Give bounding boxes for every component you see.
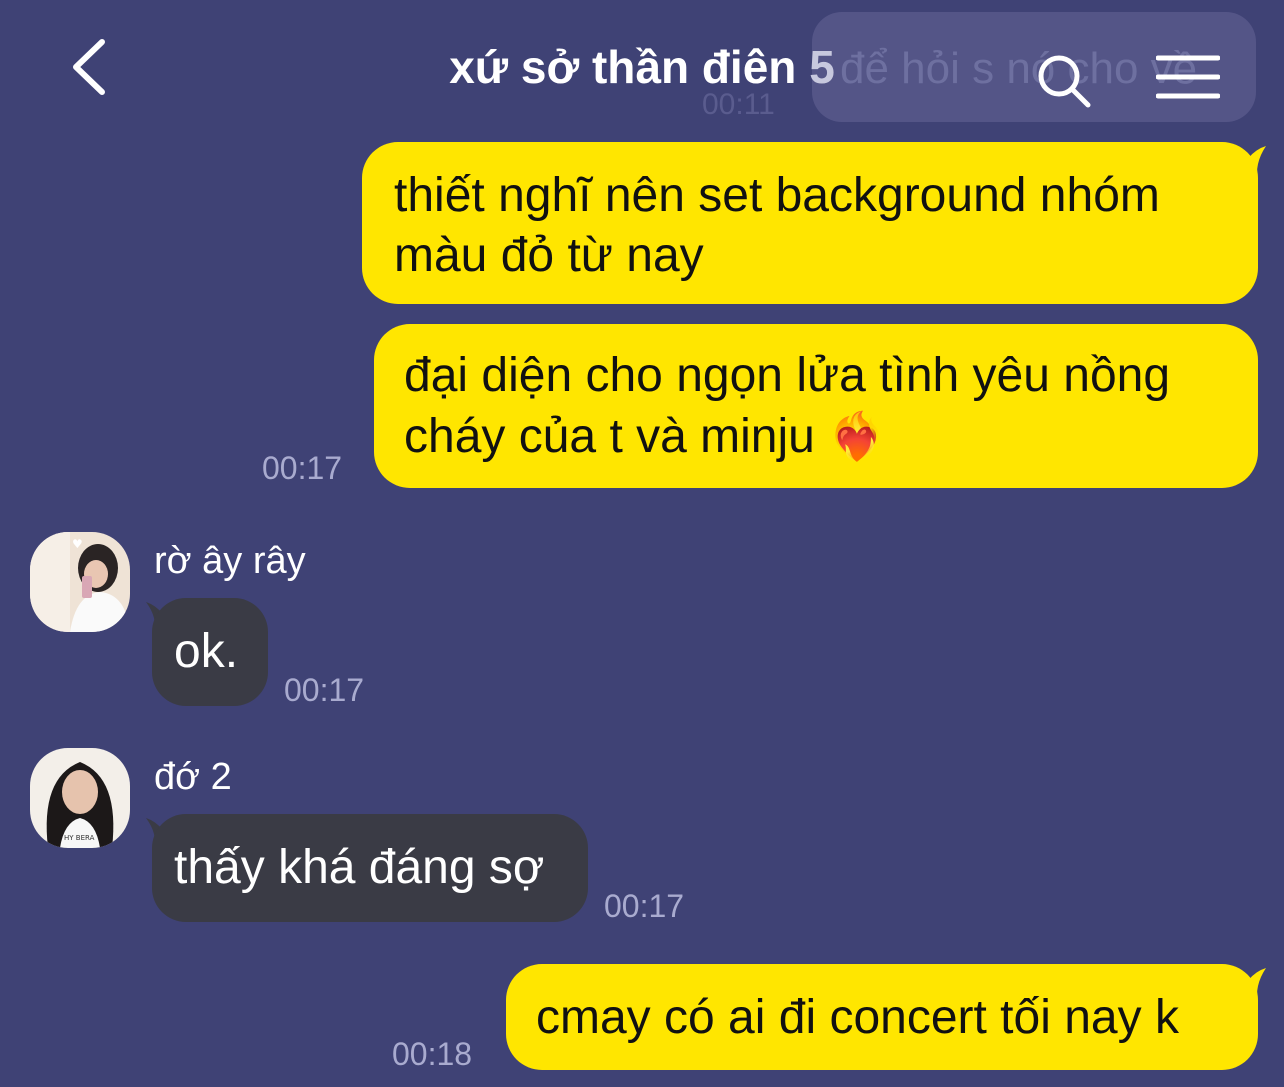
- avatar[interactable]: ♥: [30, 532, 130, 632]
- message-time: 00:17: [604, 888, 685, 924]
- other-message-bubble[interactable]: thấy khá đáng sợ: [152, 814, 588, 922]
- chat-title-name: xứ sở thần điên: [449, 41, 797, 93]
- message-text: thiết nghĩ nên set background nhóm màu đ…: [394, 169, 1160, 282]
- avatar[interactable]: HY BERA: [30, 748, 130, 848]
- svg-text:♥: ♥: [72, 537, 83, 551]
- my-message-bubble[interactable]: cmay có ai đi concert tối nay k: [506, 964, 1258, 1070]
- search-icon[interactable]: [1034, 52, 1094, 108]
- other-message-bubble[interactable]: ok.: [152, 598, 268, 706]
- svg-text:HY BERA: HY BERA: [64, 834, 95, 842]
- menu-icon[interactable]: [1156, 54, 1220, 100]
- heart-on-fire-emoji: ❤️‍🔥: [828, 410, 886, 462]
- sender-name: rờ ây rây: [154, 540, 306, 582]
- message-time: 00:18: [392, 1036, 473, 1072]
- message-text: đại diện cho ngọn lửa tình yêu nồng cháy…: [404, 349, 1171, 463]
- message-time: 00:17: [262, 450, 343, 486]
- message-text: cmay có ai đi concert tối nay k: [536, 991, 1179, 1044]
- sender-name: đớ 2: [154, 756, 232, 798]
- message-time: 00:17: [284, 672, 365, 708]
- my-message-bubble[interactable]: thiết nghĩ nên set background nhóm màu đ…: [362, 142, 1258, 304]
- my-message-bubble[interactable]: đại diện cho ngọn lửa tình yêu nồng cháy…: [374, 324, 1258, 488]
- message-text: thấy khá đáng sợ: [174, 841, 545, 894]
- message-text: ok.: [174, 625, 239, 678]
- member-count: 5: [809, 41, 835, 93]
